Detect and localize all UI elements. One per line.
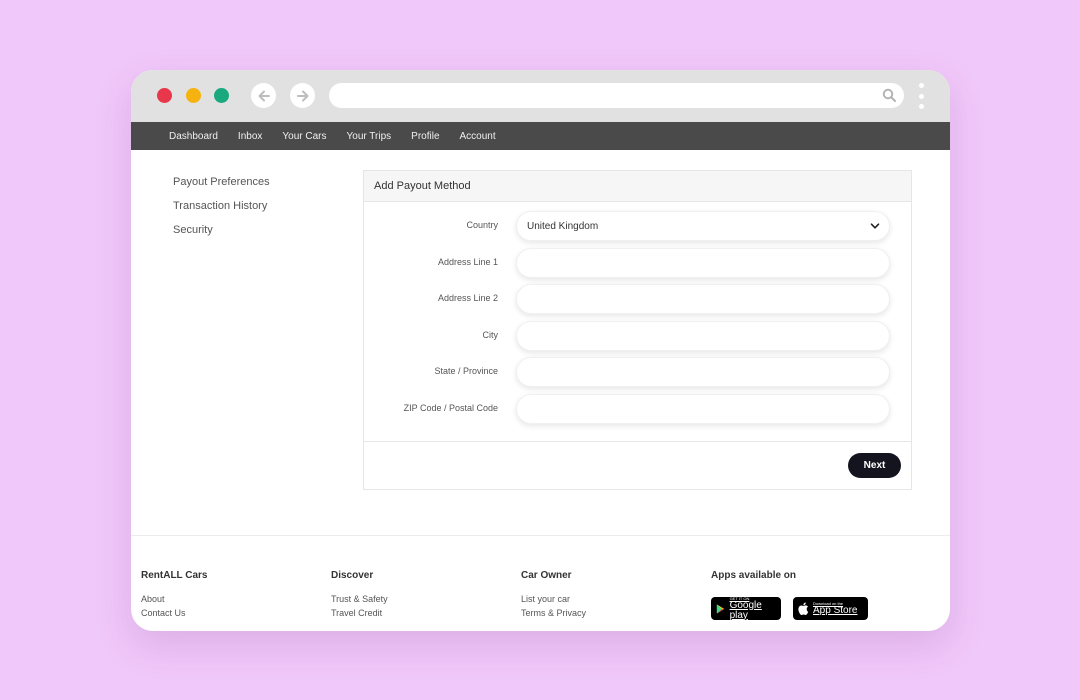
footer-divider	[131, 535, 950, 536]
nav-inbox[interactable]: Inbox	[238, 131, 262, 142]
zip-row: ZIP Code / Postal Code	[364, 394, 913, 424]
address-bar[interactable]	[329, 83, 904, 108]
kebab-menu-icon[interactable]	[917, 83, 925, 109]
address1-input[interactable]	[516, 248, 890, 278]
panel-divider	[364, 441, 911, 442]
sidebar-item-transaction-history[interactable]: Transaction History	[173, 200, 270, 215]
payout-method-panel: Add Payout Method Country United Kingdom…	[363, 170, 912, 490]
footer-heading: Car Owner	[521, 570, 572, 581]
city-row: City	[364, 321, 913, 351]
city-label: City	[482, 330, 499, 340]
arrow-right-icon	[296, 90, 308, 101]
footer-link-list-your-car[interactable]: List your car	[521, 594, 586, 604]
footer-link-travel-credit[interactable]: Travel Credit	[331, 608, 388, 618]
footer-col-apps: Apps available on	[711, 570, 796, 594]
country-row: Country United Kingdom	[364, 211, 913, 241]
google-badge-text: Google play	[729, 599, 762, 621]
account-sidebar: Payout Preferences Transaction History S…	[173, 176, 270, 248]
footer-link-contact-us[interactable]: Contact Us	[141, 608, 208, 618]
forward-button[interactable]	[290, 83, 315, 108]
search-icon[interactable]	[882, 88, 897, 103]
apple-badge-text: App Store	[813, 604, 858, 616]
address2-label: Address Line 2	[437, 293, 498, 303]
apple-icon	[798, 602, 809, 615]
footer-heading: RentALL Cars	[141, 570, 208, 581]
back-button[interactable]	[251, 83, 276, 108]
footer-heading: Apps available on	[711, 570, 797, 581]
footer-col-car-owner: Car Owner List your car Terms & Privacy	[521, 570, 586, 622]
state-row: State / Province	[364, 357, 913, 387]
state-label: State / Province	[434, 366, 498, 376]
footer-link-about[interactable]: About	[141, 594, 208, 604]
city-input[interactable]	[516, 321, 890, 351]
country-select[interactable]: United Kingdom	[516, 211, 890, 241]
country-label: Country	[466, 220, 498, 230]
nav-dashboard[interactable]: Dashboard	[169, 131, 218, 142]
kebab-dot	[918, 83, 924, 88]
next-button[interactable]: Next	[848, 453, 901, 478]
kebab-dot	[918, 93, 924, 99]
minimize-window-dot[interactable]	[186, 88, 201, 103]
sidebar-item-payout-preferences[interactable]: Payout Preferences	[173, 176, 270, 191]
nav-your-cars[interactable]: Your Cars	[282, 131, 326, 142]
zip-input[interactable]	[516, 394, 890, 424]
panel-title: Add Payout Method	[364, 171, 911, 202]
state-input[interactable]	[516, 357, 890, 387]
browser-window: Dashboard Inbox Your Cars Your Trips Pro…	[131, 70, 950, 631]
footer-col-rentall: RentALL Cars About Contact Us	[141, 570, 208, 622]
maximize-window-dot[interactable]	[214, 88, 229, 103]
close-window-dot[interactable]	[157, 88, 172, 103]
kebab-dot	[918, 104, 924, 109]
country-value: United Kingdom	[527, 220, 599, 232]
google-play-icon	[716, 603, 725, 614]
nav-account[interactable]: Account	[460, 131, 496, 142]
app-store-badge[interactable]: Download on the App Store	[793, 597, 868, 620]
address2-row: Address Line 2	[364, 284, 913, 314]
browser-chrome	[131, 70, 950, 122]
footer-link-terms-privacy[interactable]: Terms & Privacy	[521, 608, 586, 618]
top-nav: Dashboard Inbox Your Cars Your Trips Pro…	[131, 122, 950, 150]
chevron-down-icon	[870, 223, 880, 229]
footer-heading: Discover	[331, 570, 374, 581]
nav-your-trips[interactable]: Your Trips	[347, 131, 392, 142]
address1-row: Address Line 1	[364, 248, 913, 278]
footer-col-discover: Discover Trust & Safety Travel Credit	[331, 570, 388, 622]
address2-input[interactable]	[516, 284, 890, 314]
zip-label: ZIP Code / Postal Code	[403, 403, 498, 413]
sidebar-item-security[interactable]: Security	[173, 224, 270, 239]
arrow-left-icon	[258, 90, 270, 101]
address1-label: Address Line 1	[437, 257, 498, 267]
google-play-badge[interactable]: GET IT ON Google play	[711, 596, 781, 621]
footer-link-trust-safety[interactable]: Trust & Safety	[331, 594, 388, 604]
nav-profile[interactable]: Profile	[411, 131, 439, 142]
